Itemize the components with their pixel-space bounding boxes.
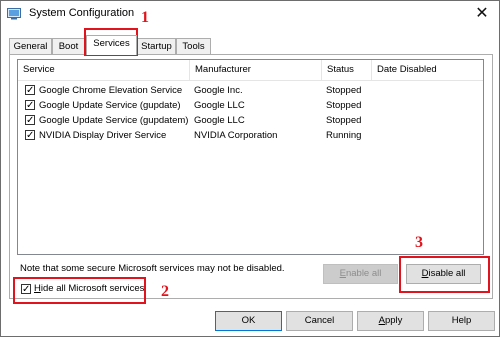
service-status: Stopped <box>326 100 362 111</box>
service-checkbox[interactable]: ✓ <box>25 85 35 96</box>
tab-boot[interactable]: Boot <box>52 38 85 54</box>
checkmark-icon: ✓ <box>26 115 35 126</box>
service-name: NVIDIA Display Driver Service <box>39 130 167 141</box>
checkmark-icon: ✓ <box>26 85 35 96</box>
disable-all-label: isable all <box>428 268 466 279</box>
service-manufacturer: Google LLC <box>194 100 245 111</box>
checkmark-icon: ✓ <box>22 284 31 295</box>
help-button[interactable]: Help <box>428 311 495 331</box>
service-row[interactable]: ✓ Google Update Service (gupdate) Google… <box>18 98 483 113</box>
service-manufacturer: NVIDIA Corporation <box>194 130 278 141</box>
apply-button[interactable]: Apply <box>357 311 424 331</box>
cancel-button[interactable]: Cancel <box>286 311 353 331</box>
service-manufacturer: Google Inc. <box>194 85 243 96</box>
hide-microsoft-services-checkbox[interactable]: ✓ <box>21 284 31 295</box>
service-name: Google Update Service (gupdate) <box>39 100 181 111</box>
service-row[interactable]: ✓ Google Chrome Elevation Service Google… <box>18 83 483 98</box>
title-bar: System Configuration ✕ <box>1 1 499 28</box>
hide-microsoft-label-rest: ide all Microsoft services <box>40 283 145 294</box>
tab-startup[interactable]: Startup <box>137 38 176 54</box>
service-manufacturer: Google LLC <box>194 115 245 126</box>
services-list-header: Service Manufacturer Status Date Disable… <box>18 60 483 81</box>
tab-general[interactable]: General <box>9 38 52 54</box>
service-name: Google Update Service (gupdatem) <box>39 115 189 126</box>
checkmark-icon: ✓ <box>26 130 35 141</box>
enable-all-label: nable all <box>345 268 382 279</box>
service-status: Running <box>326 130 362 141</box>
close-icon: ✕ <box>475 5 489 22</box>
ok-button[interactable]: OK <box>215 311 282 331</box>
service-status: Stopped <box>326 85 362 96</box>
checkmark-icon: ✓ <box>26 100 35 111</box>
hide-microsoft-services-label: Hide all Microsoft services <box>34 283 144 294</box>
column-header-status[interactable]: Status <box>322 60 372 80</box>
system-config-icon <box>7 8 21 20</box>
annotation-step-1: 1 <box>141 9 149 26</box>
system-configuration-window: System Configuration ✕ General Boot Serv… <box>0 0 500 337</box>
apply-label: pply <box>384 315 403 326</box>
close-button[interactable]: ✕ <box>471 5 493 23</box>
annotation-step-2: 2 <box>161 283 169 300</box>
enable-all-button[interactable]: Enable all <box>323 264 398 284</box>
service-checkbox[interactable]: ✓ <box>25 115 35 126</box>
column-header-manufacturer[interactable]: Manufacturer <box>190 60 322 80</box>
service-row[interactable]: ✓ Google Update Service (gupdatem) Googl… <box>18 113 483 128</box>
service-checkbox[interactable]: ✓ <box>25 130 35 141</box>
hide-microsoft-mnemonic: H <box>34 283 41 294</box>
tab-tools[interactable]: Tools <box>176 38 211 54</box>
disable-all-button[interactable]: Disable all <box>406 264 481 284</box>
tab-services[interactable]: Services <box>86 35 137 55</box>
column-header-date-disabled[interactable]: Date Disabled <box>372 60 483 80</box>
window-title: System Configuration <box>29 7 135 19</box>
services-list[interactable]: Service Manufacturer Status Date Disable… <box>17 59 484 255</box>
service-name: Google Chrome Elevation Service <box>39 85 183 96</box>
service-row[interactable]: ✓ NVIDIA Display Driver Service NVIDIA C… <box>18 128 483 143</box>
column-header-service[interactable]: Service <box>18 60 190 80</box>
service-status: Stopped <box>326 115 362 126</box>
secure-services-note: Note that some secure Microsoft services… <box>20 263 285 274</box>
annotation-step-3: 3 <box>415 234 423 251</box>
service-checkbox[interactable]: ✓ <box>25 100 35 111</box>
